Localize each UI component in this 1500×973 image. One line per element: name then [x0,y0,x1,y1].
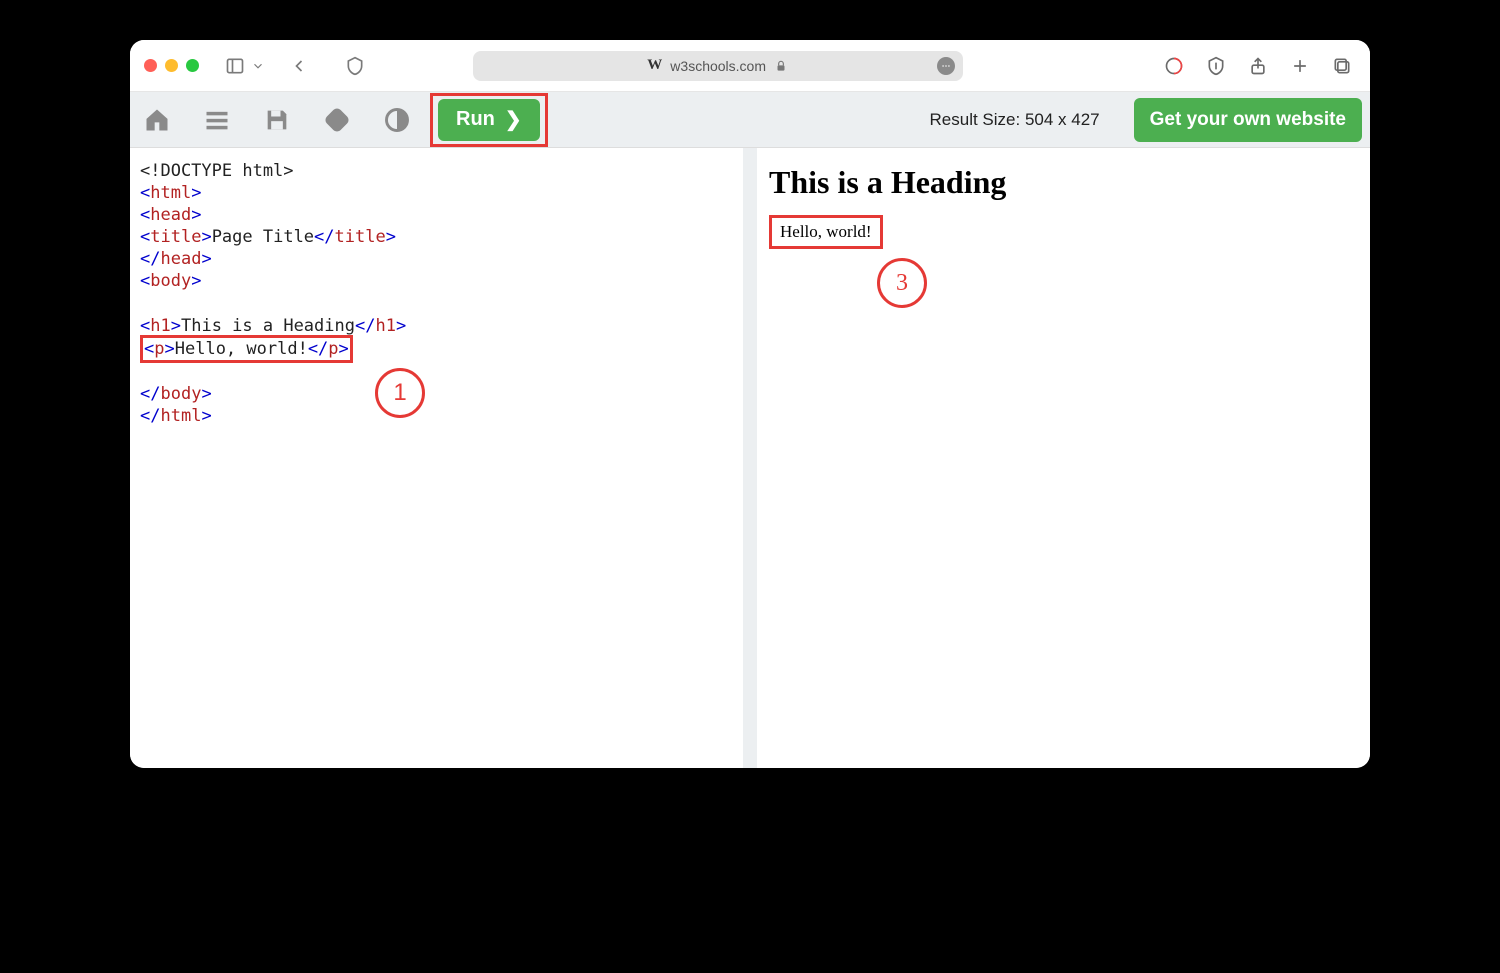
save-icon[interactable] [258,101,296,139]
shield-icon[interactable] [341,52,369,80]
tabs-overview-icon[interactable] [1328,52,1356,80]
annotation-box-preview: Hello, world! [769,215,883,249]
menu-icon[interactable] [198,101,236,139]
get-website-button[interactable]: Get your own website [1134,98,1362,142]
preview-pane: This is a Heading Hello, world! 3 [757,148,1370,768]
title-text: Page Title [212,227,314,247]
tag-body: body [150,271,191,291]
sidebar-toggle[interactable] [221,52,265,80]
theme-icon[interactable] [378,101,416,139]
back-button[interactable] [285,52,313,80]
tag-head-close: head [160,249,201,269]
preview-content: This is a Heading Hello, world! 3 [757,148,1370,265]
browser-window: W w3schools.com [130,40,1370,768]
home-icon[interactable] [138,101,176,139]
chevron-down-icon [251,52,265,80]
tag-p-close: p [328,339,338,359]
annotation-circle-1: 1 [375,368,425,418]
tag-p-open: p [154,339,164,359]
privacy-report-icon[interactable] [1160,52,1188,80]
tag-body-close: body [160,384,201,404]
sidebar-icon [221,52,249,80]
traffic-lights [144,59,199,72]
run-button-wrapper: Run ❯ [438,99,540,141]
content-area: <!DOCTYPE html> <html> <head> <title>Pag… [130,148,1370,768]
code-editor[interactable]: <!DOCTYPE html> <html> <head> <title>Pag… [130,148,743,439]
content-blocker-icon[interactable] [1202,52,1230,80]
new-tab-icon[interactable] [1286,52,1314,80]
annotation-circle-3: 3 [877,258,927,308]
tag-h1-open: h1 [150,316,170,336]
site-favicon: W [647,57,662,74]
rotate-icon[interactable] [318,101,356,139]
h1-text: This is a Heading [181,316,355,336]
result-size-label: Result Size: 504 x 427 [930,110,1112,130]
preview-paragraph: Hello, world! [780,222,872,241]
maximize-window-button[interactable] [186,59,199,72]
code-editor-pane[interactable]: <!DOCTYPE html> <html> <head> <title>Pag… [130,148,757,768]
tag-title-open: title [150,227,201,247]
tag-title-close: title [335,227,386,247]
tag-html: html [150,183,191,203]
p-text: Hello, world! [175,339,308,359]
annotation-box-code-line: <p>Hello, world!</p> [140,335,353,363]
annotation-box-run [430,93,548,147]
site-options-icon[interactable] [937,57,955,75]
titlebar: W w3schools.com [130,40,1370,92]
preview-heading: This is a Heading [769,164,1358,201]
share-icon[interactable] [1244,52,1272,80]
address-bar[interactable]: W w3schools.com [473,51,963,81]
tag-h1-close: h1 [375,316,395,336]
lock-icon [774,59,788,73]
close-window-button[interactable] [144,59,157,72]
code-doctype: <!DOCTYPE html> [140,161,294,181]
minimize-window-button[interactable] [165,59,178,72]
titlebar-right [1160,52,1356,80]
tag-head: head [150,205,191,225]
editor-toolbar: Run ❯ Result Size: 504 x 427 Get your ow… [130,92,1370,148]
tag-html-close: html [160,406,201,426]
address-text: w3schools.com [670,58,766,74]
